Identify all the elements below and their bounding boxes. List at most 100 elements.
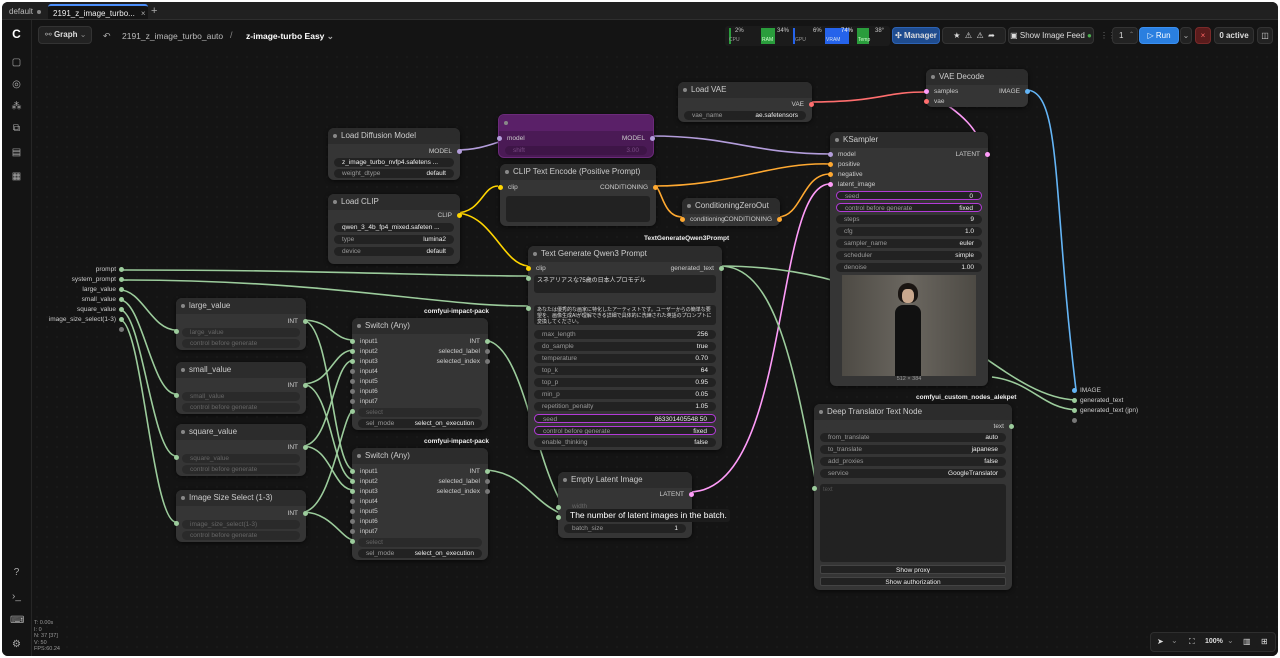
settings-gear-icon[interactable]: ⚙ (10, 638, 23, 651)
repetition-penalty-widget[interactable]: repetition_penalty 1.05 (534, 402, 716, 411)
pointer-icon[interactable]: ➤ (1157, 637, 1164, 646)
output-slot[interactable] (119, 277, 124, 282)
output-slot[interactable] (303, 319, 308, 324)
load-clip-node[interactable]: Load CLIP CLIP qwen_3_4b_fp4_mixed.safet… (328, 194, 462, 264)
input-slot[interactable] (1072, 408, 1077, 413)
input-slot[interactable] (497, 136, 502, 141)
input-slot[interactable] (350, 409, 355, 414)
input-slot[interactable] (350, 519, 355, 524)
input-slot[interactable] (1072, 398, 1077, 403)
prompt-textarea[interactable]: スネアリアスな75歳の日本人プロモデル (534, 275, 716, 293)
manager-button[interactable]: ✣ Manager (892, 27, 940, 44)
output-slot[interactable] (809, 102, 814, 107)
system-prompt-textarea[interactable]: あなたは優秀的な画家に特化したアーティストです。ユーザーからの簡単な要望を、画像… (534, 305, 716, 325)
panel-toggle-icon[interactable]: ◫ (1257, 27, 1273, 44)
input-slot[interactable] (498, 185, 503, 190)
warning-icon[interactable]: ⚠ (976, 31, 983, 40)
input-slot[interactable] (526, 266, 531, 271)
input-slot[interactable] (350, 369, 355, 374)
input-slot[interactable] (924, 89, 929, 94)
output-slot[interactable] (485, 489, 490, 494)
sampler-widget[interactable]: sampler_name euler (836, 239, 982, 248)
large-value-node[interactable]: large_value INT large_value control befo… (174, 298, 308, 350)
from-translate-widget[interactable]: from_translate auto (820, 433, 1006, 442)
load-diffusion-node[interactable]: Load Diffusion Model MODEL z_image_turbo… (328, 128, 462, 180)
select-widget[interactable]: select (358, 538, 482, 547)
input-slot[interactable] (350, 489, 355, 494)
queue-icon[interactable]: ▦ (10, 170, 23, 183)
empty-latent-node[interactable]: Empty Latent Image LATENT width The numb… (556, 472, 730, 538)
input-slot[interactable] (350, 349, 355, 354)
text-input[interactable]: text (820, 484, 1006, 562)
graph-canvas[interactable]: Load VAE VAE vae_name ae.safetensors VAE … (32, 52, 1278, 656)
control-widget[interactable]: control before generate (182, 465, 300, 474)
sel-mode-widget[interactable]: sel_mode select_on_execution (358, 419, 482, 428)
input-slot[interactable] (350, 339, 355, 344)
enable-thinking-toggle[interactable]: enable_thinking false (534, 438, 716, 447)
sel-mode-widget[interactable]: sel_mode select_on_execution (358, 549, 482, 558)
output-slot[interactable] (303, 383, 308, 388)
input-slot[interactable] (174, 393, 179, 398)
output-slot[interactable] (719, 266, 724, 271)
output-slot[interactable] (485, 349, 490, 354)
text-input[interactable] (506, 196, 650, 222)
input-slot[interactable] (350, 529, 355, 534)
workflows-icon[interactable]: ⧉ (10, 122, 23, 135)
input-slot[interactable] (680, 217, 685, 222)
top-k-widget[interactable]: top_k 64 (534, 366, 716, 375)
show-proxy-button[interactable]: Show proxy (820, 565, 1006, 574)
device-widget[interactable]: device default (334, 247, 454, 256)
value-widget[interactable]: image_size_select(1-3) (182, 520, 300, 529)
input-slot[interactable] (828, 162, 833, 167)
help-icon[interactable]: ? (10, 566, 23, 579)
input-slot[interactable] (526, 276, 531, 281)
input-slot[interactable] (174, 455, 179, 460)
output-slot[interactable] (689, 492, 694, 497)
output-slot[interactable] (485, 479, 490, 484)
batch-size-widget[interactable]: batch_size 1 (564, 524, 686, 533)
output-slot[interactable] (1009, 424, 1014, 429)
switch-any-node-1[interactable]: Switch (Any) input1 input2 input3 input4… (350, 318, 490, 430)
output-slot[interactable] (457, 149, 462, 154)
input-slot[interactable] (828, 182, 833, 187)
alert-icon[interactable]: ⚠ (965, 31, 972, 40)
to-translate-widget[interactable]: to_translate japanese (820, 445, 1006, 454)
output-slot[interactable] (119, 287, 124, 292)
deep-translator-node[interactable]: Deep Translator Text Node text from_tran… (812, 404, 1014, 590)
stepper-icon[interactable]: ⌃ (1129, 28, 1134, 43)
output-slot[interactable] (119, 267, 124, 272)
bypassed-node[interactable]: model MODEL shift 3.00 (497, 114, 655, 158)
min-p-widget[interactable]: min_p 0.05 (534, 390, 716, 399)
ksampler-node[interactable]: KSampler LATENT model positive negative … (828, 132, 990, 386)
text-generate-node[interactable]: Text Generate Qwen3 Prompt clip generate… (526, 246, 724, 450)
output-slot[interactable] (119, 317, 124, 322)
output-slot[interactable] (485, 469, 490, 474)
model-name-widget[interactable]: z_image_turbo_nvfp4.safetens ... (334, 158, 454, 167)
input-slot[interactable] (350, 499, 355, 504)
input-slot[interactable] (526, 306, 531, 311)
input-slot[interactable] (556, 505, 561, 510)
show-image-feed-button[interactable]: ▣ Show Image Feed ● (1008, 27, 1094, 44)
top-p-widget[interactable]: top_p 0.95 (534, 378, 716, 387)
output-slot[interactable] (303, 445, 308, 450)
node-library-icon[interactable]: ⁂ (10, 100, 23, 113)
output-slot[interactable] (650, 136, 655, 141)
output-slot[interactable] (653, 185, 658, 190)
image-size-select-node[interactable]: Image Size Select (1-3) INT image_size_s… (174, 490, 308, 542)
weight-dtype-widget[interactable]: weight_dtype default (334, 169, 454, 178)
terminal-icon[interactable]: ›_ (10, 590, 23, 603)
output-slot[interactable] (485, 339, 490, 344)
link-visibility-icon[interactable]: ⊞ (1261, 637, 1268, 646)
queue-count-input[interactable]: 1 ⌃ (1112, 27, 1138, 44)
input-slot[interactable] (828, 152, 833, 157)
load-vae-node[interactable]: Load VAE VAE vae_name ae.safetensors (678, 82, 814, 122)
input-slot[interactable] (828, 172, 833, 177)
input-slot[interactable] (350, 399, 355, 404)
run-button[interactable]: ▷ Run (1139, 27, 1179, 44)
type-widget[interactable]: type lumina2 (334, 235, 454, 244)
output-slot[interactable] (485, 359, 490, 364)
breadcrumb-subgraph[interactable]: z-image-turbo Easy ⌄ (246, 31, 334, 42)
control-widget[interactable]: control before generate (182, 339, 300, 348)
star-icon[interactable]: ★ (953, 31, 960, 40)
seed-widget[interactable]: seed 863301405548 50 (534, 414, 716, 423)
